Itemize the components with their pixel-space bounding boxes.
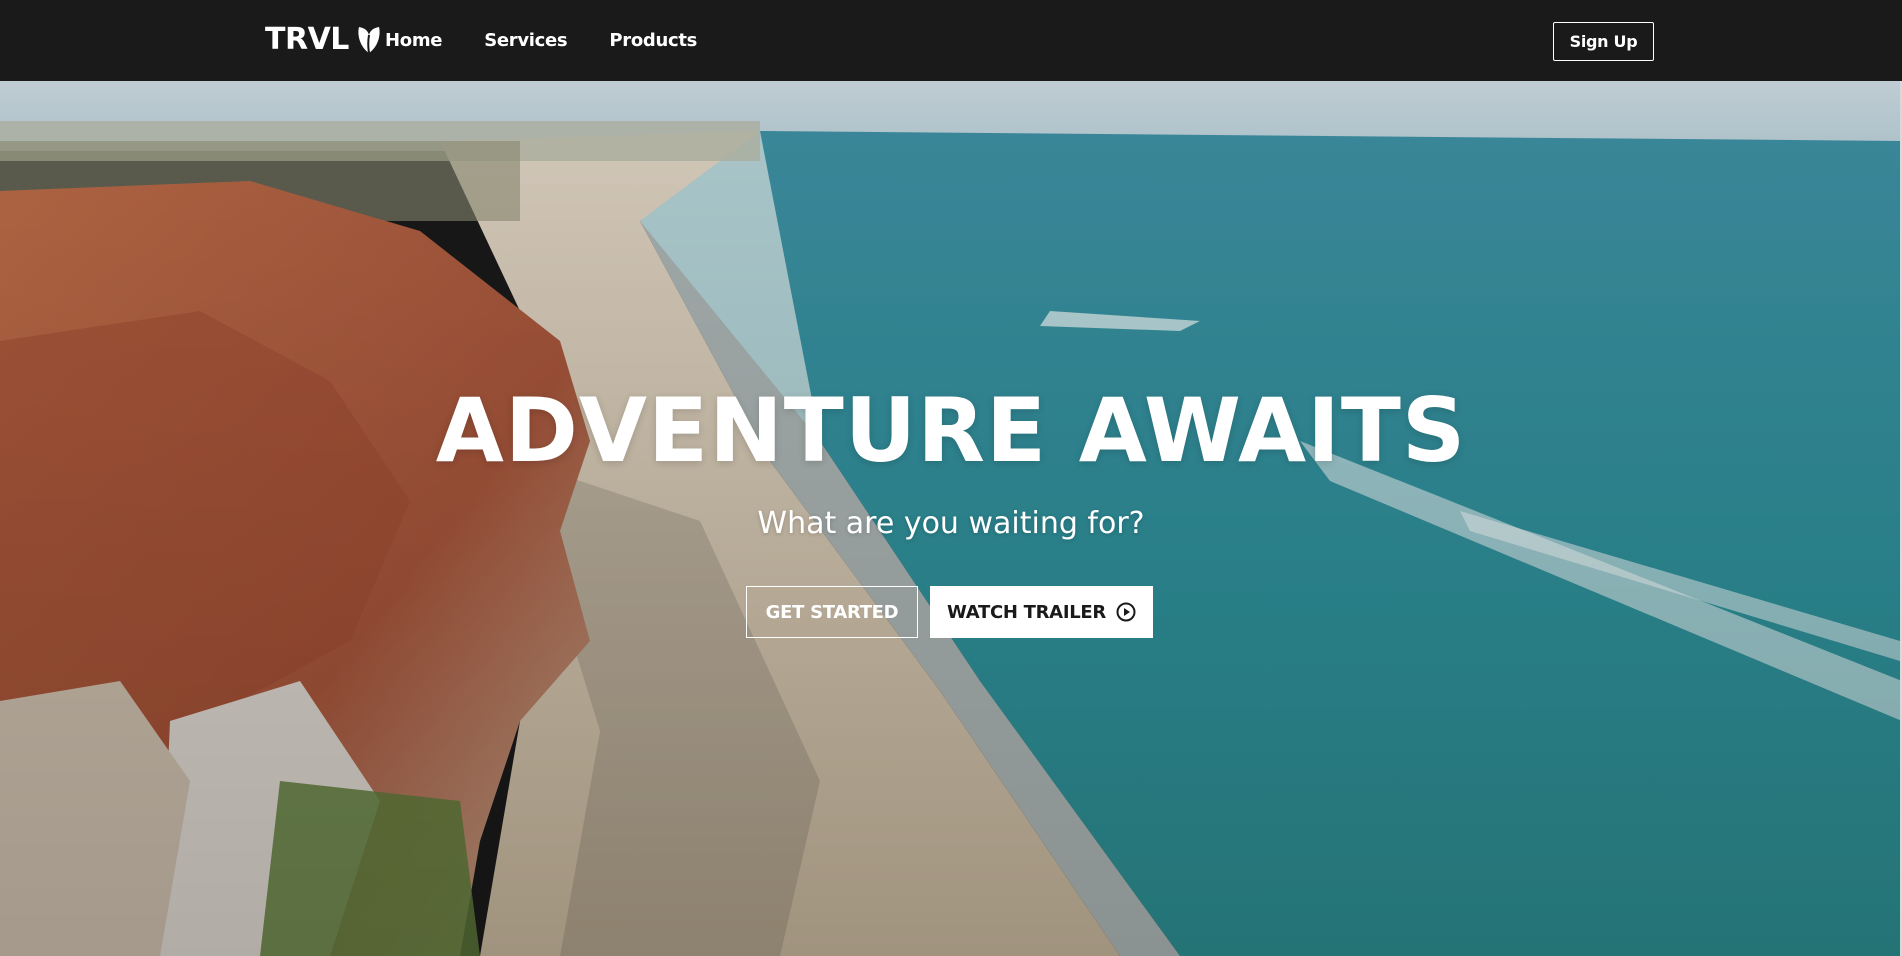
nav-links: Home Services Products [385, 0, 739, 81]
nav-products[interactable]: Products [609, 30, 697, 51]
watch-trailer-button[interactable]: WATCH TRAILER [930, 586, 1153, 638]
sign-up-button[interactable]: Sign Up [1553, 22, 1654, 61]
watch-trailer-label: WATCH TRAILER [947, 601, 1106, 623]
hero-subtitle: What are you waiting for? [757, 506, 1145, 541]
hero-section: ADVENTURE AWAITS What are you waiting fo… [0, 81, 1902, 956]
hero-content: ADVENTURE AWAITS What are you waiting fo… [0, 81, 1902, 956]
hero-buttons: GET STARTED WATCH TRAILER [746, 586, 1153, 638]
play-circle-icon [1116, 602, 1136, 622]
hero-title: ADVENTURE AWAITS [435, 379, 1467, 482]
typo3-shield-icon [358, 26, 380, 53]
get-started-button[interactable]: GET STARTED [746, 586, 918, 638]
nav-services[interactable]: Services [484, 30, 567, 51]
logo-text: TRVL [265, 22, 349, 57]
logo[interactable]: TRVL [265, 22, 383, 57]
nav-home[interactable]: Home [385, 30, 443, 51]
navbar: TRVL Home Services Products Sign Up [0, 0, 1902, 81]
